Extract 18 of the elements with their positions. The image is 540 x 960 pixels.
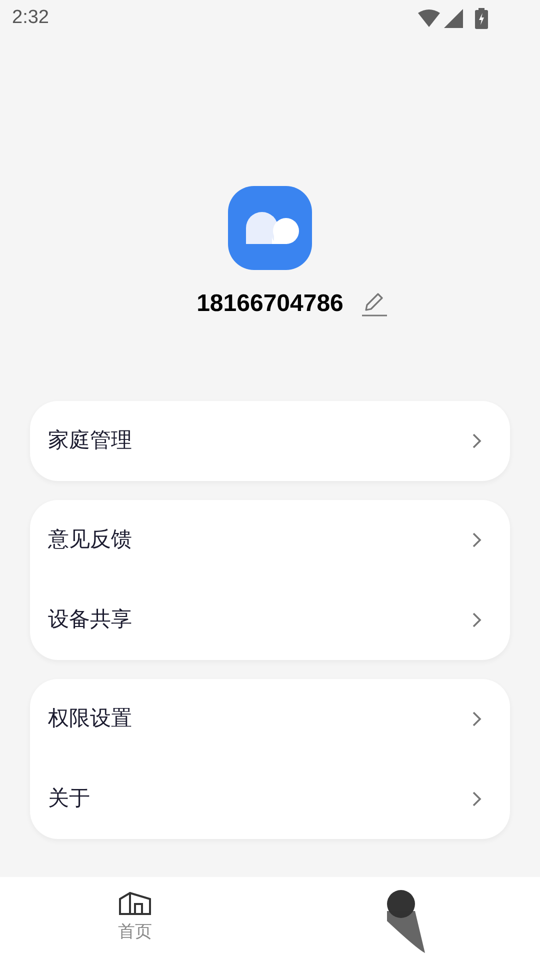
menu-item[interactable]: 意见反馈 (30, 500, 510, 580)
signal-icon (444, 8, 463, 28)
edit-icon[interactable] (361, 291, 388, 317)
status-time: 2:32 (12, 6, 49, 30)
menu-item[interactable]: 关于 (30, 759, 510, 839)
menu-item[interactable]: 家庭管理 (30, 401, 510, 481)
chevron-right-icon (472, 711, 482, 727)
battery-icon (475, 8, 488, 28)
app-logo-icon (228, 186, 312, 270)
chevron-right-icon (472, 612, 482, 628)
menu-item[interactable]: 设备共享 (30, 580, 510, 660)
wifi-icon (418, 9, 440, 27)
home-icon (119, 891, 151, 915)
chevron-right-icon (472, 532, 482, 548)
chevron-right-icon (472, 433, 482, 449)
phone-number: 18166704786 (196, 289, 344, 319)
menu-item[interactable]: 权限设置 (30, 679, 510, 759)
chevron-right-icon (472, 791, 482, 807)
